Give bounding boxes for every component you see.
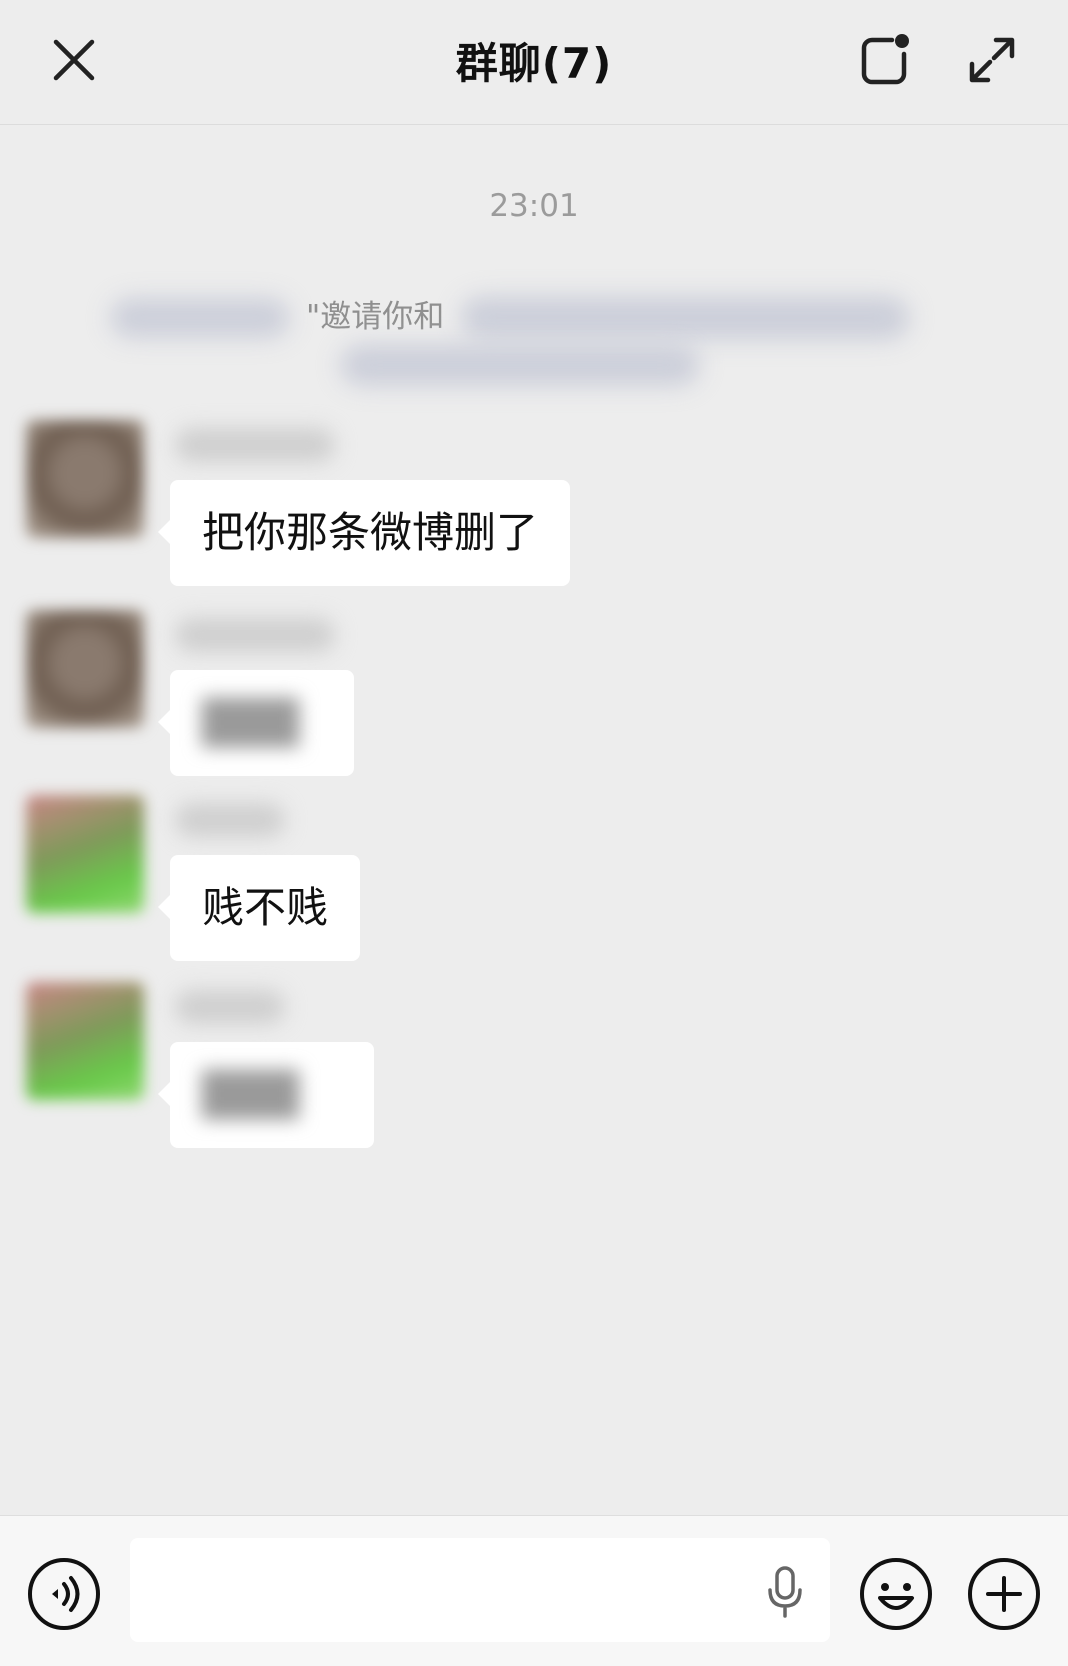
expand-button[interactable] (960, 28, 1024, 92)
message-timestamp: 23:01 (489, 188, 579, 224)
avatar[interactable] (26, 795, 144, 913)
system-notice-text: "邀请你和 (306, 299, 445, 335)
avatar[interactable] (26, 420, 144, 538)
floating-window-button[interactable] (854, 28, 918, 92)
blurred-names (460, 296, 910, 340)
system-notice: "邀请你和 (110, 292, 970, 392)
chat-header: 群聊(7) (0, 0, 1068, 125)
blurred-names (340, 344, 700, 386)
expand-icon (969, 37, 1015, 83)
floating-window-icon (861, 34, 909, 85)
sender-name-blurred (175, 428, 335, 462)
voice-mode-icon (28, 1558, 100, 1630)
more-button[interactable] (966, 1556, 1042, 1632)
message-input[interactable] (130, 1538, 830, 1642)
plus-icon (968, 1558, 1040, 1630)
microphone-icon (768, 1566, 802, 1618)
avatar[interactable] (26, 982, 144, 1100)
voice-mode-button[interactable] (26, 1556, 102, 1632)
avatar[interactable] (26, 610, 144, 728)
blurred-name (110, 298, 290, 338)
emoji-icon (860, 1558, 932, 1630)
sender-name-blurred (175, 618, 335, 652)
input-bar (0, 1515, 1068, 1666)
emoji-button[interactable] (858, 1556, 934, 1632)
message-bubble[interactable]: 把你那条微博删了 (157, 480, 571, 586)
sender-name-blurred (175, 990, 285, 1024)
sender-name-blurred (175, 803, 285, 837)
message-bubble-blurred[interactable]: ███ (158, 670, 354, 776)
message-bubble[interactable]: 贱不贱 (157, 855, 361, 961)
microphone-button[interactable] (760, 1564, 810, 1620)
message-bubble-blurred[interactable]: ███ (158, 1042, 374, 1148)
